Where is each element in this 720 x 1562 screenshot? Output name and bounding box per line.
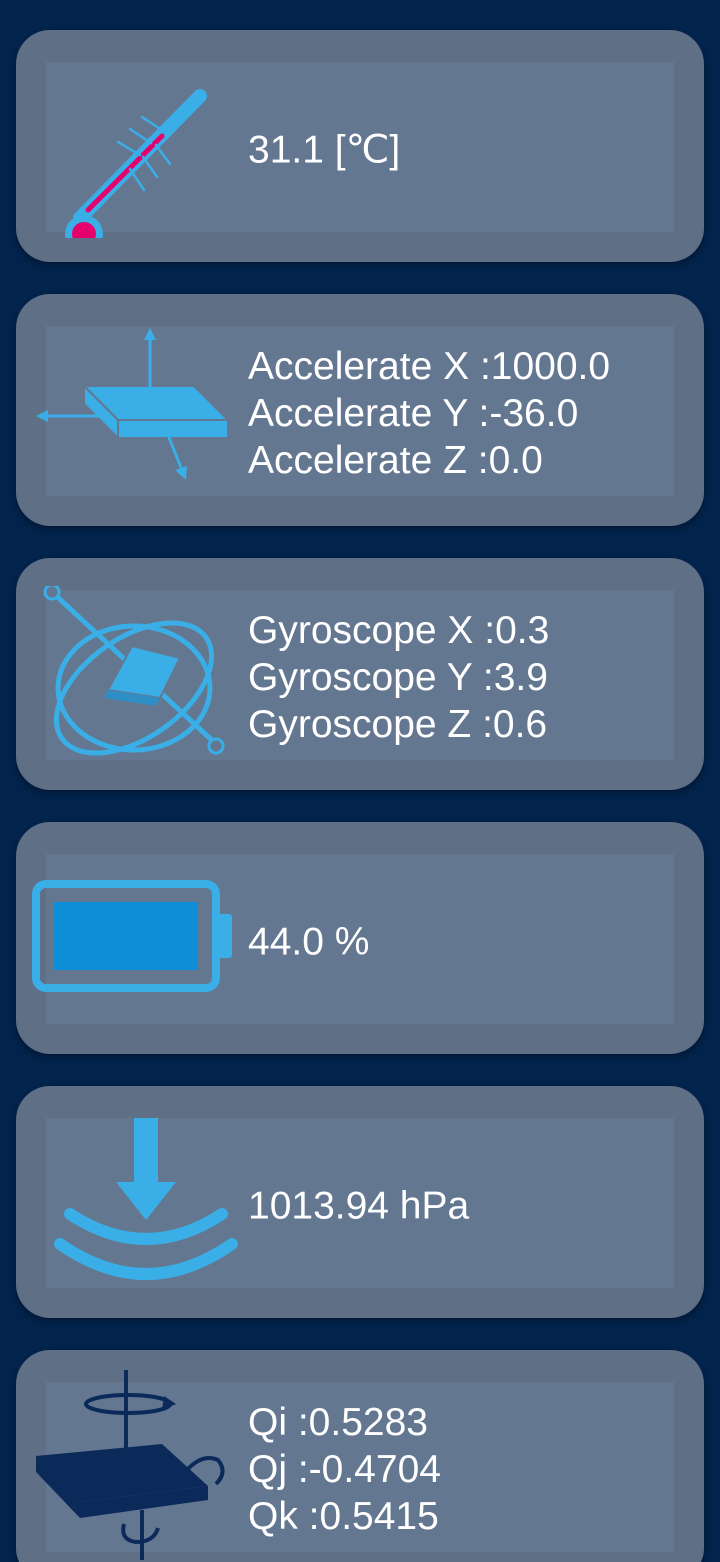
gyroscope-values: Gyroscope X :0.3 Gyroscope Y :3.9 Gyrosc… [248,607,549,748]
accelerometer-card[interactable]: Accelerate X :1000.0 Accelerate Y :-36.0… [16,294,704,526]
pressure-icon [54,1118,238,1280]
gyroscope-x-value: Gyroscope X :0.3 [248,609,550,652]
accelerometer-icon [36,328,231,480]
thermometer-icon [65,89,207,238]
battery-icon [32,880,232,992]
gyroscope-y-value: Gyroscope Y :3.9 [248,656,548,699]
gyroscope-icon [43,586,225,756]
quaternion-qj-value: Qj :-0.4704 [248,1448,441,1491]
quaternion-card[interactable]: Qi :0.5283 Qj :-0.4704 Qk :0.5415 [16,1350,704,1562]
quaternion-icon [36,1370,225,1560]
accelerate-y-value: Accelerate Y :-36.0 [248,392,579,435]
quaternion-values: Qi :0.5283 Qj :-0.4704 Qk :0.5415 [248,1399,441,1540]
pressure-value: 1013.94 hPa [248,1184,470,1228]
sensor-dashboard: 31.1 [℃] Accelerate X :1000.0 Accelerate… [0,0,720,1562]
battery-value: 44.0 % [248,920,370,964]
accelerometer-values: Accelerate X :1000.0 Accelerate Y :-36.0… [248,343,610,484]
temperature-card[interactable]: 31.1 [℃] [16,30,704,262]
accelerate-x-value: Accelerate X :1000.0 [248,345,611,388]
pressure-card[interactable]: 1013.94 hPa [16,1086,704,1318]
quaternion-qk-value: Qk :0.5415 [248,1495,439,1538]
gyroscope-card[interactable]: Gyroscope X :0.3 Gyroscope Y :3.9 Gyrosc… [16,558,704,790]
temperature-value: 31.1 [℃] [248,128,401,172]
battery-card[interactable]: 44.0 % [16,822,704,1054]
gyroscope-z-value: Gyroscope Z :0.6 [248,703,548,746]
accelerate-z-value: Accelerate Z :0.0 [248,439,543,482]
quaternion-qi-value: Qi :0.5283 [248,1401,428,1444]
